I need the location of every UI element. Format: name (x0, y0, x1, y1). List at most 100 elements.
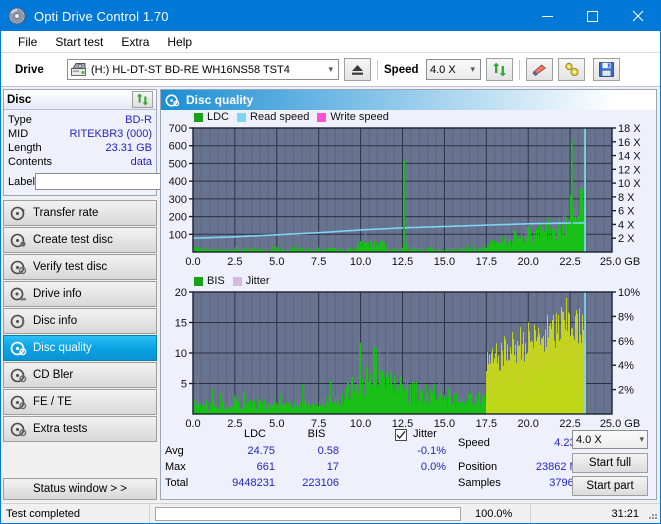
drive-value: (H:) HL-DT-ST BD-RE WH16NS58 TST4 (91, 63, 290, 76)
legend-swatch-jitter (232, 276, 242, 286)
toolbar-separator-1 (377, 59, 378, 80)
speed-value: 4.0 X (430, 63, 456, 76)
disc-label-row: Label (8, 172, 237, 191)
legend-swatch-bis (194, 276, 203, 286)
disc-label-key: Label (8, 175, 35, 188)
svg-text:12.5: 12.5 (392, 256, 413, 268)
chevron-down-icon: ▾ (470, 64, 475, 74)
toolbar: Drive (H:) HL-DT-ST BD-RE WH16NS58 TST4 … (1, 53, 660, 87)
svg-text:10: 10 (175, 348, 187, 360)
disc-quality-icon (165, 93, 180, 108)
sidebar-item-label: Create test disc (33, 234, 113, 246)
panel-header: Disc quality (161, 90, 656, 110)
resize-grip[interactable] (644, 507, 658, 521)
ldc-chart-svg: 100 200 300 400 500 600 700 2 X 4 X6 X 8 X 10 X 12 … (169, 123, 642, 268)
maximize-button[interactable] (570, 1, 615, 31)
sidebar-item-create-test-disc[interactable]: Create test disc (3, 227, 157, 253)
svg-text:18 X: 18 X (618, 123, 641, 135)
refresh-icon (136, 93, 149, 106)
status-window-label: Status window > > (33, 483, 127, 495)
elapsed-time: 31:21 (611, 507, 639, 520)
stats-jitter-avg: -0.1% (417, 445, 446, 457)
drive-select[interactable]: (H:) HL-DT-ST BD-RE WH16NS58 TST4 ▾ (67, 59, 339, 80)
menu-item-start-test[interactable]: Start test (46, 33, 112, 51)
cd-bler-icon (10, 367, 27, 384)
tools-icon (564, 62, 578, 76)
panel-title: Disc quality (186, 93, 254, 107)
svg-text:7.5: 7.5 (311, 256, 326, 268)
svg-text:10 X: 10 X (618, 178, 641, 190)
svg-text:300: 300 (169, 194, 187, 206)
legend-swatch-read-speed (237, 112, 247, 122)
ldc-chart: LDC Read speed Write speed 100 200 300 400 5… (161, 110, 656, 274)
disc-info-icon (10, 313, 27, 330)
sidebar-item-extra-tests[interactable]: Extra tests (3, 416, 157, 442)
menu-item-extra[interactable]: Extra (112, 33, 158, 51)
eraser-icon (531, 63, 546, 76)
refresh-button[interactable] (486, 58, 513, 81)
menu-item-help[interactable]: Help (158, 33, 201, 51)
svg-text:2%: 2% (618, 385, 634, 397)
legend-label-ldc: LDC (207, 111, 230, 123)
sidebar-item-label: FE / TE (33, 396, 72, 408)
eraser-button[interactable] (526, 58, 553, 81)
status-window-button[interactable]: Status window > > (3, 478, 157, 500)
start-part-button[interactable]: Start part (572, 476, 648, 496)
legend-swatch-ldc (194, 112, 203, 122)
stats-bis-total: 223106 (302, 477, 339, 489)
stats-ldc-avg: 24.75 (247, 445, 275, 457)
bis-chart-svg: 51015202%4%6%8%10%0.0 2.5 5.0 7.5 10.0 12.5 15… (175, 287, 640, 430)
svg-text:400: 400 (169, 176, 187, 188)
sidebar-item-fe-te[interactable]: FE / TE (3, 389, 157, 415)
svg-text:2 X: 2 X (618, 233, 635, 245)
close-button[interactable] (615, 1, 660, 31)
disc-quality-panel: Disc quality LDC Read speed Write speed (160, 89, 657, 500)
legend-label-read-speed: Read speed (250, 111, 310, 123)
stats-bis-avg: 0.58 (317, 445, 339, 457)
chevron-down-icon: ▾ (328, 64, 333, 74)
sidebar-item-label: Disc quality (33, 342, 92, 354)
svg-text:200: 200 (169, 212, 187, 224)
start-full-button[interactable]: Start full (572, 453, 648, 473)
stats-samples-label: Samples (458, 477, 501, 489)
disc-transfer-icon (10, 205, 27, 222)
sidebar-item-disc-quality[interactable]: Disc quality (3, 335, 157, 361)
right-panel: Disc quality LDC Read speed Write speed (159, 87, 660, 503)
disc-verify-icon (10, 259, 27, 276)
svg-text:14 X: 14 X (618, 151, 641, 163)
sidebar-item-disc-info[interactable]: Disc info (3, 308, 157, 334)
bis-chart: BIS Jitter 5 10 15 20 2% 4% 6% 8% 10% 0.0 2.5 5.0 7.… (161, 274, 656, 436)
menu-item-file[interactable]: File (9, 33, 46, 51)
eject-button[interactable] (344, 58, 371, 81)
jitter-checkbox[interactable] (395, 429, 407, 441)
bis-chart-legend: BIS Jitter (194, 275, 270, 287)
speed-label: Speed (384, 63, 419, 76)
sidebar-item-cd-bler[interactable]: CD Bler (3, 362, 157, 388)
stats-ldc-max: 661 (256, 461, 275, 473)
sidebar-item-drive-info[interactable]: Drive info (3, 281, 157, 307)
drive-info-icon (10, 286, 27, 303)
start-part-label: Start part (586, 480, 634, 492)
refresh-icon (493, 62, 506, 77)
test-speed-select[interactable]: 4.0 X ▾ (572, 430, 648, 449)
svg-text:20.0: 20.0 (517, 256, 538, 268)
svg-text:17.5: 17.5 (476, 256, 497, 268)
minimize-button[interactable] (525, 1, 570, 31)
sidebar-item-verify-test-disc[interactable]: Verify test disc (3, 254, 157, 280)
left-panel: Disc Type BD-R MID RITEKBR3 (000) Length… (1, 87, 237, 503)
svg-text:16 X: 16 X (618, 137, 641, 149)
save-icon (599, 62, 614, 77)
speed-select[interactable]: 4.0 X ▾ (426, 59, 481, 80)
save-button[interactable] (593, 58, 620, 81)
disc-refresh-button[interactable] (132, 91, 153, 108)
disc-field-type-key: Type (8, 114, 32, 126)
ldc-chart-legend: LDC Read speed Write speed (194, 111, 389, 123)
stats-area: LDC BIS Avg Max Total 24.75 661 9448231 … (161, 427, 656, 499)
disc-quality-icon (10, 340, 27, 357)
tools-button[interactable] (558, 58, 585, 81)
legend-label-jitter: Jitter (245, 275, 270, 287)
sidebar-item-transfer-rate[interactable]: Transfer rate (3, 200, 157, 226)
window-title: Opti Drive Control 1.70 (34, 8, 169, 24)
app-window: Opti Drive Control 1.70 File Start test … (0, 0, 661, 524)
sidebar-item-label: Verify test disc (33, 261, 108, 273)
